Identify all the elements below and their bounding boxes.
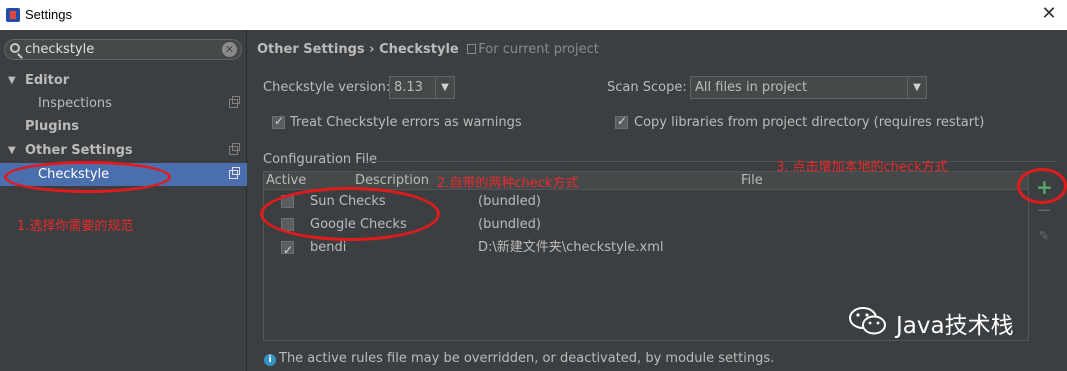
sidebar-item-editor[interactable]: ▼ Editor [0, 69, 247, 92]
expand-arrow-icon[interactable]: ▼ [8, 69, 16, 92]
scan-scope-value: All files in project [695, 80, 808, 95]
edit-icon[interactable]: ✎ [1036, 229, 1052, 245]
watermark-text: Java技术栈 [896, 313, 1014, 339]
project-scope-icon [229, 96, 240, 108]
annotation-text-1: 1.选择你需要的规范 [17, 219, 134, 234]
close-icon[interactable]: ✕ [1039, 4, 1059, 24]
breadcrumb-parent: Other Settings [257, 42, 365, 57]
sidebar-item-label: Editor [25, 73, 70, 88]
info-icon: i [264, 354, 276, 366]
sidebar-item-label: Inspections [38, 96, 112, 111]
settings-sidebar: ✕ ▼ Editor Inspections Plugins ▼ Other S… [0, 30, 247, 371]
checkstyle-version-value: 8.13 [394, 80, 423, 95]
search-input[interactable] [25, 41, 215, 58]
info-text: The active rules file may be overridden,… [279, 351, 775, 366]
treat-warnings-label: Treat Checkstyle errors as warnings [290, 115, 522, 130]
project-scope-icon [229, 167, 240, 179]
active-checkbox[interactable] [281, 239, 294, 262]
sidebar-item-label: Other Settings [25, 143, 133, 158]
annotation-ellipse-bundled [260, 187, 440, 241]
sidebar-item-plugins[interactable]: Plugins [0, 115, 247, 138]
expand-arrow-icon[interactable]: ▼ [8, 139, 16, 162]
annotation-text-2: 2.自带的两种check方式 [437, 176, 579, 191]
copy-libraries-label: Copy libraries from project directory (r… [634, 115, 985, 130]
scope-note-text: For current project [478, 42, 599, 57]
column-active[interactable]: Active [266, 173, 306, 188]
search-icon [10, 43, 20, 53]
row-file: D:\新建文件夹\checkstyle.xml [478, 240, 664, 255]
app-icon [6, 8, 20, 22]
annotation-ellipse-add [1017, 168, 1067, 204]
copy-libraries-checkbox[interactable] [615, 114, 628, 129]
annotation-ellipse-checkstyle [4, 161, 171, 193]
chevron-down-icon[interactable]: ▼ [907, 77, 926, 98]
project-scope-icon [229, 143, 240, 155]
breadcrumb: Other Settings › Checkstyle For current … [257, 42, 599, 57]
column-description[interactable]: Description [355, 173, 429, 188]
clear-search-icon[interactable]: ✕ [222, 42, 237, 57]
sidebar-item-inspections[interactable]: Inspections [0, 92, 247, 115]
search-box[interactable]: ✕ [4, 39, 242, 60]
watermark: Java技术栈 [848, 302, 1058, 340]
scope-note: For current project [467, 42, 599, 57]
sidebar-item-label: Plugins [25, 119, 79, 134]
title-bar: Settings ✕ [0, 0, 1067, 30]
sidebar-item-other-settings[interactable]: ▼ Other Settings [0, 139, 247, 162]
scan-scope-label: Scan Scope: [607, 80, 687, 95]
annotation-text-3: 3. 点击增加本地的check方式 [776, 160, 948, 175]
window-title: Settings [25, 7, 72, 22]
project-icon [467, 44, 477, 54]
checkstyle-version-select[interactable]: 8.13 ▼ [389, 76, 455, 99]
breadcrumb-separator: › [369, 42, 375, 57]
row-file: (bundled) [478, 194, 541, 209]
column-file[interactable]: File [741, 173, 763, 188]
breadcrumb-current: Checkstyle [379, 42, 459, 57]
treat-warnings-checkbox[interactable] [272, 114, 285, 129]
wechat-icon [849, 307, 886, 335]
chevron-down-icon[interactable]: ▼ [435, 77, 454, 98]
info-message: i The active rules file may be overridden… [264, 351, 774, 366]
scan-scope-select[interactable]: All files in project ▼ [690, 76, 927, 99]
configuration-file-title: Configuration File [263, 152, 378, 167]
checkstyle-version-label: Checkstyle version: [263, 80, 391, 95]
row-file: (bundled) [478, 217, 541, 232]
remove-icon[interactable]: − [1036, 202, 1052, 220]
group-divider [366, 161, 1056, 162]
